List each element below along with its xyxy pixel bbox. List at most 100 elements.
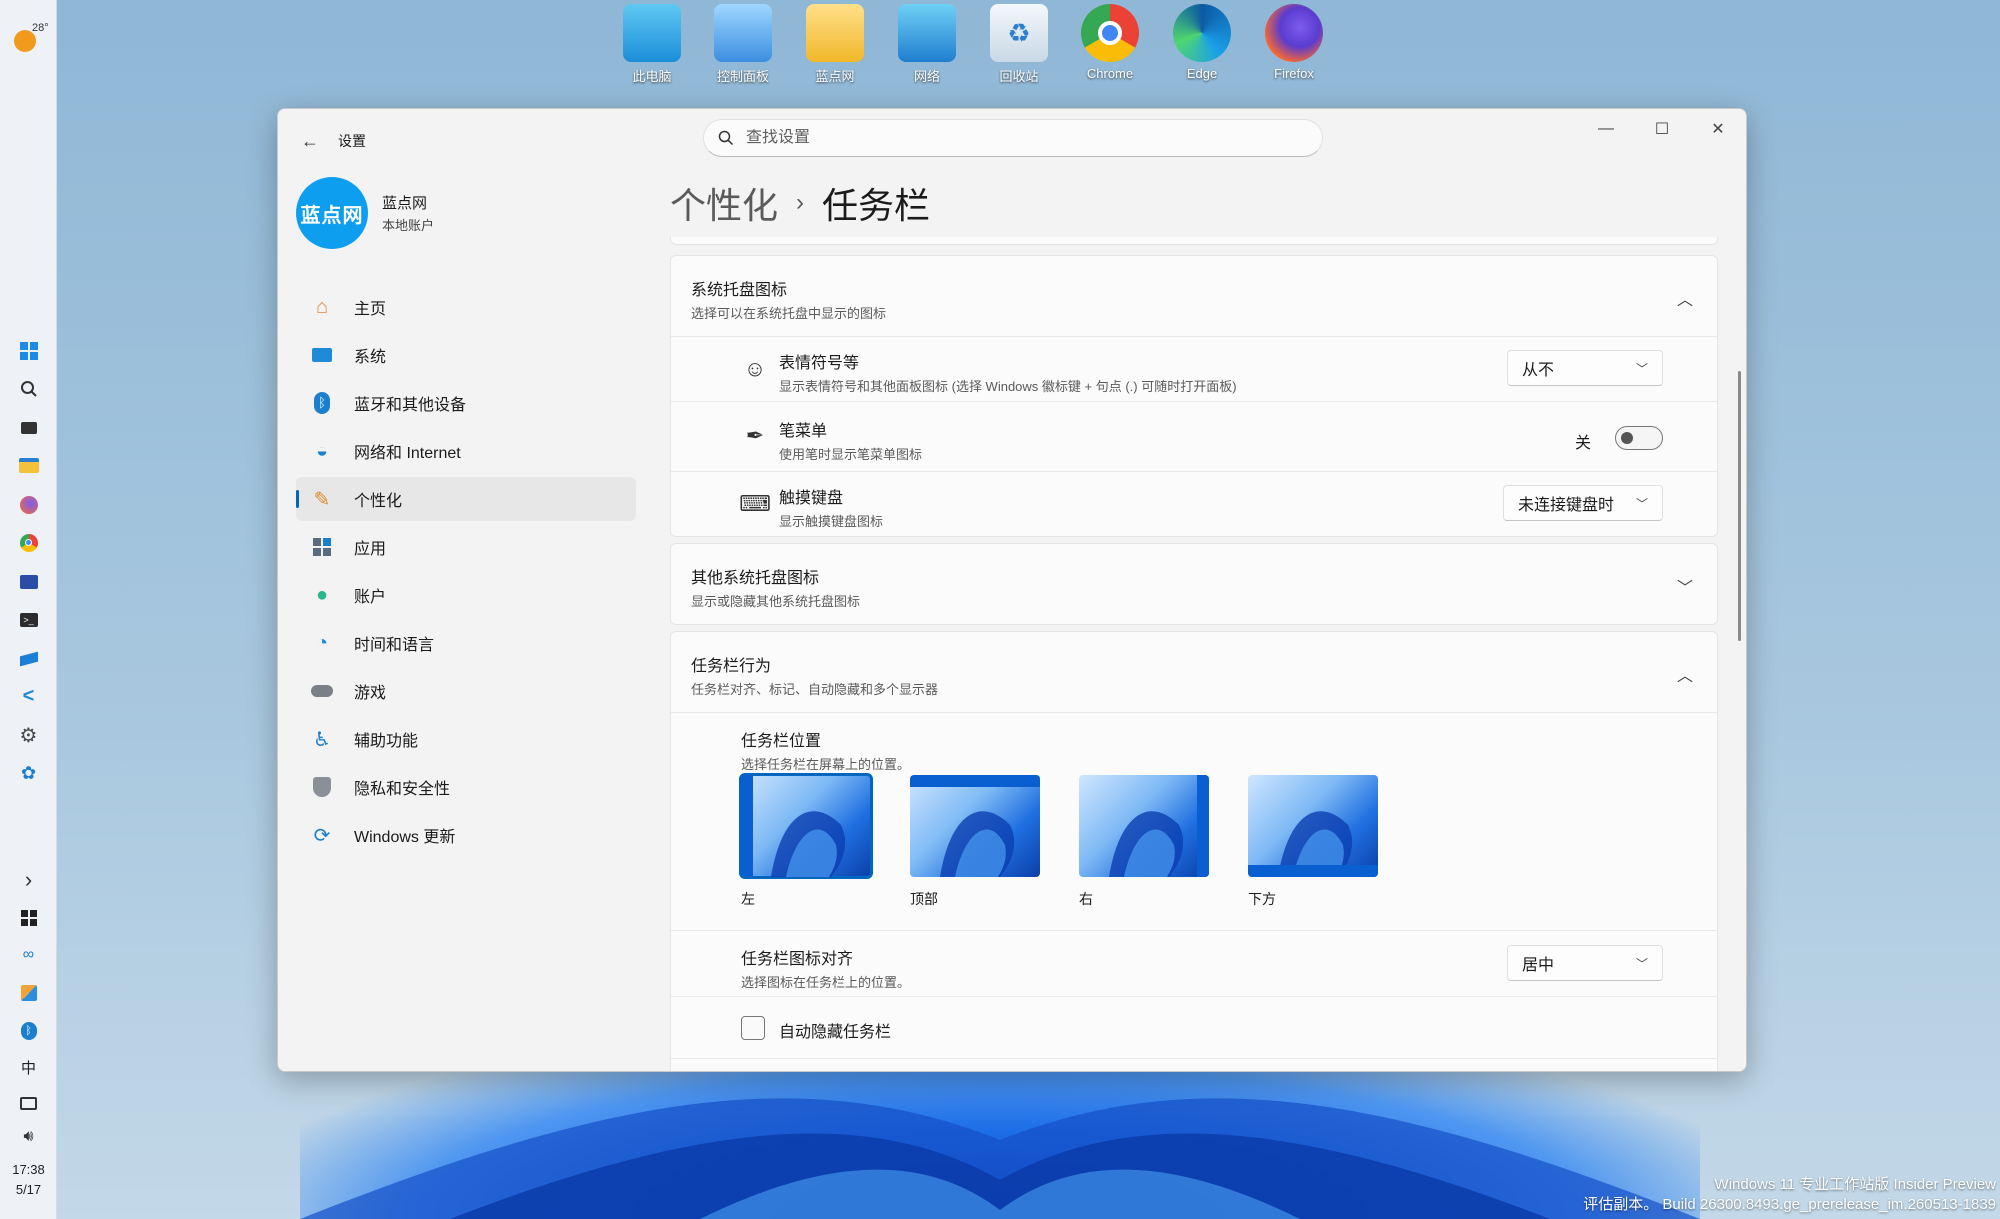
pen-icon: ✒ [745, 423, 765, 448]
tray-icons-subtitle: 选择可以在系统托盘中显示的图标 [691, 306, 887, 321]
desktop-icon-label: Firefox [1274, 66, 1314, 81]
system-icon [308, 341, 336, 369]
task-view-icon[interactable] [14, 413, 43, 442]
sidebar-item-accounts[interactable]: ● 账户 [296, 573, 636, 617]
back-button[interactable]: ← [296, 127, 324, 155]
chevron-right-icon[interactable]: › [14, 865, 43, 894]
wifi-icon: ◒ [315, 439, 329, 462]
sidebar-item-system[interactable]: 系统 [296, 333, 636, 377]
position-thumb-left [739, 773, 873, 879]
close-button[interactable]: ✕ [1690, 109, 1746, 149]
sidebar-nav: ⌂ 主页 系统 ᛒ 蓝牙和其他设备 ◒ 网络和 Internet ✎ 个性化 应… [296, 285, 636, 861]
account-header[interactable]: 蓝点网 蓝点网 本地账户 [296, 177, 434, 249]
sidebar-item-accessibility[interactable]: ♿︎ 辅助功能 [296, 717, 636, 761]
sidebar-item-label: 时间和语言 [354, 637, 435, 654]
clock-time: 17:38 [12, 1162, 45, 1177]
taskbar-position-title: 任务栏位置 [741, 733, 822, 750]
sidebar-item-label: 辅助功能 [354, 733, 419, 750]
desktop-icon-thispc[interactable]: 此电脑 [608, 4, 696, 85]
user-folder-icon [806, 4, 864, 62]
accessibility-icon: ♿︎ [313, 728, 331, 751]
tray-icons-header[interactable]: 系统托盘图标 选择可以在系统托盘中显示的图标 ︿ [671, 256, 1717, 336]
desktop-icon-controlpanel[interactable]: 控制面板 [699, 4, 787, 85]
content-scrollbar[interactable] [1738, 371, 1741, 641]
touch-keyboard-dropdown[interactable]: 未连接键盘时 ﹀ [1503, 485, 1663, 521]
chevron-down-icon[interactable]: ﹀ [1677, 574, 1693, 598]
taskbar-position-row: 任务栏位置 选择任务栏在屏幕上的位置。 左 顶部 右 下方 [671, 712, 1717, 930]
sidebar-item-windows-update[interactable]: ⟳ Windows 更新 [296, 813, 636, 857]
widgets-icon[interactable] [14, 903, 43, 932]
ime-indicator[interactable]: 中 [14, 1053, 43, 1082]
search-input[interactable] [746, 129, 1286, 147]
search-icon[interactable] [14, 374, 43, 403]
sidebar-item-gaming[interactable]: 游戏 [296, 669, 636, 713]
chevron-up-icon[interactable]: ︿ [1677, 286, 1693, 310]
tray-colorful-icon[interactable] [14, 978, 43, 1007]
display-icon[interactable] [14, 1089, 43, 1118]
taskbar-clock[interactable]: 17:38 5/17 [0, 1160, 57, 1200]
chevron-down-icon: ﹀ [1635, 956, 1648, 971]
emoji-title: 表情符号等 [779, 355, 860, 372]
touch-keyboard-title: 触摸键盘 [779, 490, 844, 507]
start-icon[interactable] [14, 336, 43, 365]
touch-keyboard-row: ⌨ 触摸键盘 显示触摸键盘图标 未连接键盘时 ﹀ [671, 471, 1717, 537]
tray-icons-card: 系统托盘图标 选择可以在系统托盘中显示的图标 ︿ ☺ 表情符号等 显示表情符号和… [670, 255, 1718, 537]
desktop-icon-edge[interactable]: Edge [1158, 4, 1246, 81]
volume-icon[interactable]: 🔊︎ [14, 1122, 43, 1151]
desktop-icon-network[interactable]: 网络 [883, 4, 971, 85]
layers-icon[interactable] [14, 644, 43, 673]
app-gear-icon[interactable]: ✿ [14, 759, 43, 788]
settings-gear-icon[interactable]: ⚙ [14, 721, 43, 750]
sidebar-item-home[interactable]: ⌂ 主页 [296, 285, 636, 329]
minimize-button[interactable]: — [1578, 109, 1634, 149]
search-box[interactable] [703, 119, 1323, 157]
desktop-icon-chrome[interactable]: Chrome [1066, 4, 1154, 81]
desktop-icon-label: 此电脑 [632, 69, 672, 84]
edge-icon [1173, 4, 1231, 62]
bluetooth-tray-icon[interactable]: ᛒ [14, 1016, 43, 1045]
position-option-top[interactable]: 顶部 [910, 775, 1040, 909]
emoji-dropdown[interactable]: 从不 ﹀ [1507, 350, 1663, 386]
position-label-top: 顶部 [910, 891, 938, 907]
pen-toggle[interactable] [1615, 426, 1663, 450]
icon-alignment-dropdown[interactable]: 居中 ﹀ [1507, 945, 1663, 981]
desktop-icon-recyclebin[interactable]: ♻ 回收站 [975, 4, 1063, 85]
firefox-taskbar-icon[interactable] [14, 490, 43, 519]
sidebar-item-label: 隐私和安全性 [354, 781, 451, 798]
sidebar-item-label: 网络和 Internet [354, 445, 461, 462]
weather-temp: 28° [32, 22, 49, 34]
taskbar-behavior-header[interactable]: 任务栏行为 任务栏对齐、标记、自动隐藏和多个显示器 ︿ [671, 632, 1717, 712]
desktop-icon-firefox[interactable]: Firefox [1250, 4, 1338, 81]
weather-widget[interactable]: 28° [12, 22, 49, 52]
sidebar-item-network[interactable]: ◒ 网络和 Internet [296, 429, 636, 473]
settings-window: ← 设置 — ☐ ✕ 蓝点网 蓝点网 本地账户 ⌂ 主页 系统 ᛒ 蓝牙和其他设… [277, 108, 1747, 1072]
sidebar-item-apps[interactable]: 应用 [296, 525, 636, 569]
autohide-checkbox[interactable] [741, 1016, 765, 1040]
breadcrumb-parent[interactable]: 个性化 [670, 177, 778, 229]
sidebar-item-time-language[interactable]: ◔ 时间和语言 [296, 621, 636, 665]
vscode-icon[interactable]: < [14, 682, 43, 711]
account-name: 蓝点网 [382, 195, 428, 212]
globe-icon: ◔ [315, 631, 329, 654]
chevron-up-icon[interactable]: ︿ [1677, 662, 1693, 686]
taskbar-behavior-card: 任务栏行为 任务栏对齐、标记、自动隐藏和多个显示器 ︿ 任务栏位置 选择任务栏在… [670, 631, 1718, 1071]
position-option-left[interactable]: 左 [739, 773, 873, 909]
remote-desktop-icon[interactable] [14, 567, 43, 596]
other-tray-header[interactable]: 其他系统托盘图标 显示或隐藏其他系统托盘图标 ﹀ [671, 544, 1717, 624]
sidebar-item-bluetooth[interactable]: ᛒ 蓝牙和其他设备 [296, 381, 636, 425]
file-explorer-icon[interactable] [14, 451, 43, 480]
chrome-taskbar-icon[interactable] [14, 528, 43, 557]
chevron-down-icon: ﹀ [1635, 361, 1648, 376]
sidebar-item-privacy[interactable]: 隐私和安全性 [296, 765, 636, 809]
position-option-right[interactable]: 右 [1079, 775, 1209, 909]
emoji-icon: ☺ [743, 356, 767, 381]
toggle-knob [1621, 432, 1633, 444]
other-tray-card[interactable]: 其他系统托盘图标 显示或隐藏其他系统托盘图标 ﹀ [670, 543, 1718, 625]
maximize-button[interactable]: ☐ [1634, 109, 1690, 149]
terminal-icon[interactable]: >_ [14, 605, 43, 634]
sidebar-item-personalization[interactable]: ✎ 个性化 [296, 477, 636, 521]
position-option-bottom[interactable]: 下方 [1248, 775, 1378, 909]
tray-app-icon[interactable]: ∞ [14, 940, 43, 969]
taskbar-position-subtitle: 选择任务栏在屏幕上的位置。 [741, 757, 911, 772]
desktop-icon-userfolder[interactable]: 蓝点网 [791, 4, 879, 85]
